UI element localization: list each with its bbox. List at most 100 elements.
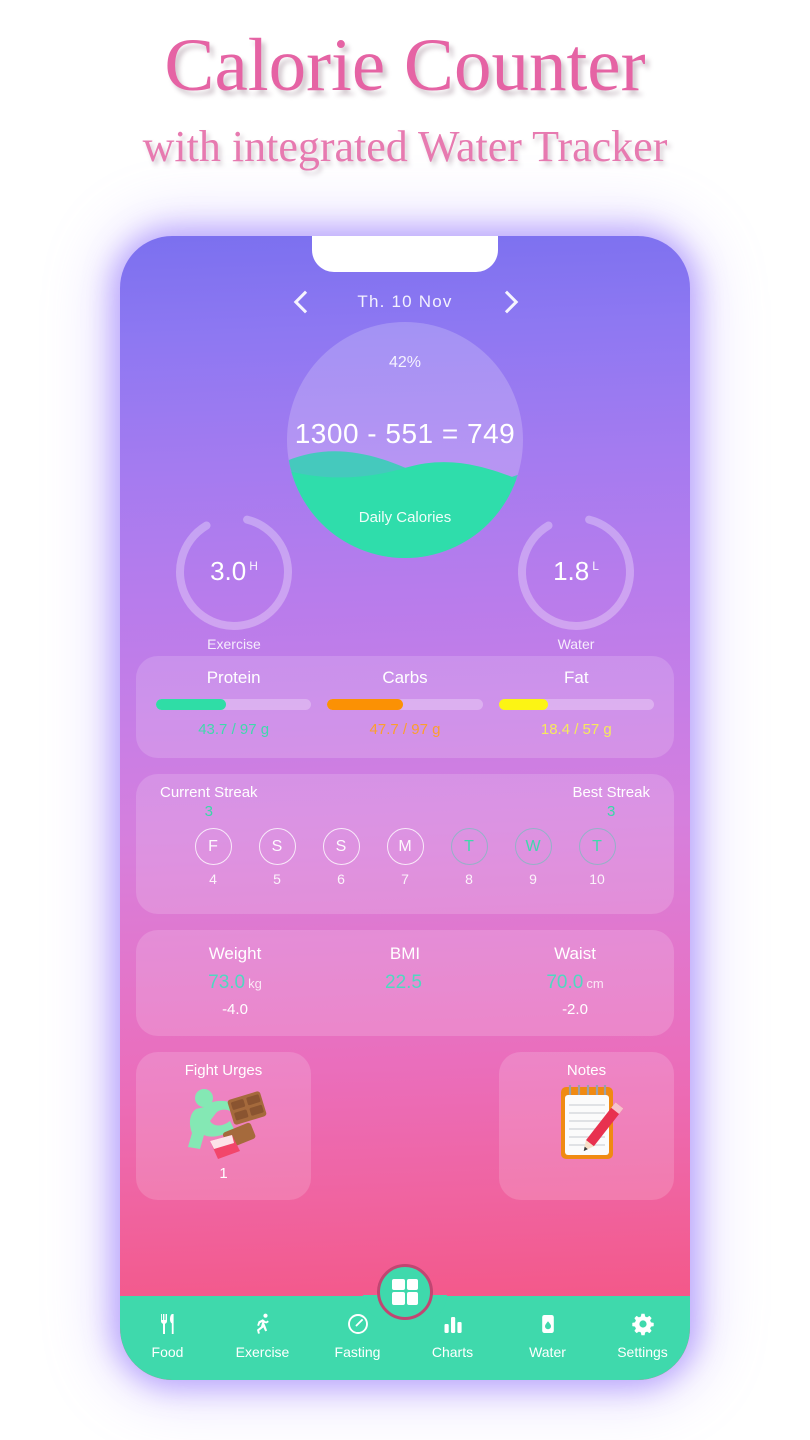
macro-carbs-track: [327, 699, 483, 710]
metric-weight-label: Weight: [208, 944, 262, 963]
fork-knife-icon: [120, 1310, 215, 1338]
nav-item-food[interactable]: Food: [120, 1310, 215, 1360]
metric-weight-unit: kg: [248, 976, 262, 991]
water-number: 1.8: [553, 556, 590, 586]
streak-day-number: 10: [589, 871, 605, 887]
metric-weight-delta: -4.0: [222, 1001, 248, 1018]
macro-protein-label: Protein: [206, 668, 261, 687]
tiles-row: Fight Urges 1 Notes: [136, 1052, 674, 1200]
streak-day-number: 6: [337, 871, 345, 887]
streak-day-letter: F: [194, 828, 232, 865]
streak-day-letter: S: [258, 828, 296, 865]
macro-protein-fill: [156, 699, 226, 710]
metric-bmi-number: 22.5: [385, 972, 422, 993]
nav-item-water[interactable]: Water: [500, 1310, 595, 1360]
metric-waist-unit: cm: [586, 976, 604, 991]
promo-header: Calorie Counter with integrated Water Tr…: [0, 0, 810, 169]
streak-day[interactable]: T 10: [573, 828, 621, 887]
notes-tile[interactable]: Notes: [499, 1052, 674, 1200]
page-subtitle: with integrated Water Tracker: [142, 122, 668, 171]
streak-day-letter: S: [322, 828, 360, 865]
chevron-right-icon[interactable]: [493, 289, 519, 315]
nav-label-water: Water: [529, 1344, 566, 1360]
notepad-pencil-icon: [499, 1079, 674, 1167]
streak-day-letter: W: [514, 828, 552, 865]
calorie-equation: 1300 - 551 = 749: [294, 418, 516, 449]
current-streak: Current Streak 3: [160, 784, 258, 820]
exercise-unit: H: [249, 559, 258, 574]
daily-calories-circle[interactable]: 42% 1300 - 551 = 749 Daily Calories: [287, 322, 523, 558]
page-title: Calorie Counter: [164, 24, 646, 107]
macro-protein-value: 43.7 / 97 g: [198, 721, 270, 738]
chevron-left-icon[interactable]: [291, 289, 317, 315]
running-person-icon: [215, 1310, 310, 1338]
macro-fat-fill: [498, 699, 549, 710]
streak-card[interactable]: Current Streak 3 Best Streak 3 F 4 S 5 S…: [136, 774, 674, 914]
macro-carbs-label: Carbs: [382, 668, 428, 687]
metric-waist-value: 70.0 cm: [490, 972, 660, 994]
dashboard-fab-button[interactable]: [377, 1264, 433, 1320]
metric-weight[interactable]: Weight 73.0 kg -4.0: [150, 944, 320, 1022]
streak-day[interactable]: S 5: [253, 828, 301, 887]
macro-carbs-value: 47.7 / 97 g: [369, 721, 441, 738]
phone-mockup: Th. 10 Nov 42% 1300 - 551 = 749 Daily Ca…: [120, 236, 690, 1380]
macro-fat[interactable]: Fat 18.4 / 57 g: [491, 668, 662, 748]
streak-day[interactable]: W 9: [509, 828, 557, 887]
macro-fat-label: Fat: [564, 668, 589, 687]
exercise-value: 3.0 H: [168, 556, 300, 587]
calorie-percent: 42%: [388, 354, 422, 371]
best-streak-label: Best Streak: [572, 784, 650, 801]
gear-icon: [595, 1310, 690, 1338]
water-glass-icon: [500, 1310, 595, 1338]
metric-waist[interactable]: Waist 70.0 cm -2.0: [490, 944, 660, 1022]
current-streak-value: 3: [204, 803, 213, 820]
date-navigation: Th. 10 Nov: [120, 282, 690, 322]
metric-waist-label: Waist: [554, 944, 596, 963]
nav-label-food: Food: [151, 1344, 184, 1360]
metric-waist-number: 70.0: [546, 972, 584, 993]
macro-fat-value: 18.4 / 57 g: [540, 721, 612, 738]
macro-protein[interactable]: Protein 43.7 / 97 g: [148, 668, 319, 748]
macros-card[interactable]: Protein 43.7 / 97 g Carbs 47.7 / 97 g Fa…: [136, 656, 674, 758]
metric-bmi[interactable]: BMI 22.5: [320, 944, 490, 1022]
current-date-label: Th. 10 Nov: [357, 292, 453, 311]
wave-front: [287, 462, 523, 558]
nav-item-settings[interactable]: Settings: [595, 1310, 690, 1360]
metric-bmi-value: 22.5: [320, 972, 490, 994]
phone-screen: Th. 10 Nov 42% 1300 - 551 = 749 Daily Ca…: [120, 236, 690, 1380]
fight-urges-tile[interactable]: Fight Urges 1: [136, 1052, 311, 1200]
streak-day-number: 4: [209, 871, 217, 887]
water-value: 1.8 L: [510, 556, 642, 587]
best-streak-value: 3: [607, 803, 616, 820]
streak-days-row: F 4 S 5 S 6 M 7 T 8 W 9 T 10: [136, 828, 674, 887]
streak-day[interactable]: T 8: [445, 828, 493, 887]
metric-weight-value: 73.0 kg: [150, 972, 320, 994]
nav-label-charts: Charts: [431, 1344, 474, 1360]
water-gauge[interactable]: 1.8 L Water: [510, 506, 642, 652]
streak-day[interactable]: F 4: [189, 828, 237, 887]
streak-day-number: 7: [401, 871, 409, 887]
nav-item-exercise[interactable]: Exercise: [215, 1310, 310, 1360]
dashboard-grid-icon: [392, 1279, 418, 1305]
metric-bmi-label: BMI: [389, 944, 421, 963]
streak-day-number: 8: [465, 871, 473, 887]
streak-day-letter: M: [386, 828, 424, 865]
macro-carbs[interactable]: Carbs 47.7 / 97 g: [319, 668, 490, 748]
calorie-caption: Daily Calories: [358, 509, 452, 526]
streak-day-letter: T: [578, 828, 616, 865]
fight-urges-count: 1: [219, 1165, 228, 1182]
phone-notch: [312, 236, 498, 272]
water-label: Water: [557, 636, 595, 652]
streak-day-number: 9: [529, 871, 537, 887]
macro-fat-track: [498, 699, 654, 710]
exercise-label: Exercise: [207, 636, 261, 652]
streak-day[interactable]: M 7: [381, 828, 429, 887]
nav-label-exercise: Exercise: [235, 1344, 290, 1360]
exercise-gauge[interactable]: 3.0 H Exercise: [168, 506, 300, 652]
kick-chocolate-icon: [136, 1079, 311, 1167]
metric-waist-delta: -2.0: [562, 1001, 588, 1018]
body-metrics-card[interactable]: Weight 73.0 kg -4.0 BMI 22.5 Waist 70.0 …: [136, 930, 674, 1036]
streak-day-letter: T: [450, 828, 488, 865]
streak-day[interactable]: S 6: [317, 828, 365, 887]
streak-day-number: 5: [273, 871, 281, 887]
